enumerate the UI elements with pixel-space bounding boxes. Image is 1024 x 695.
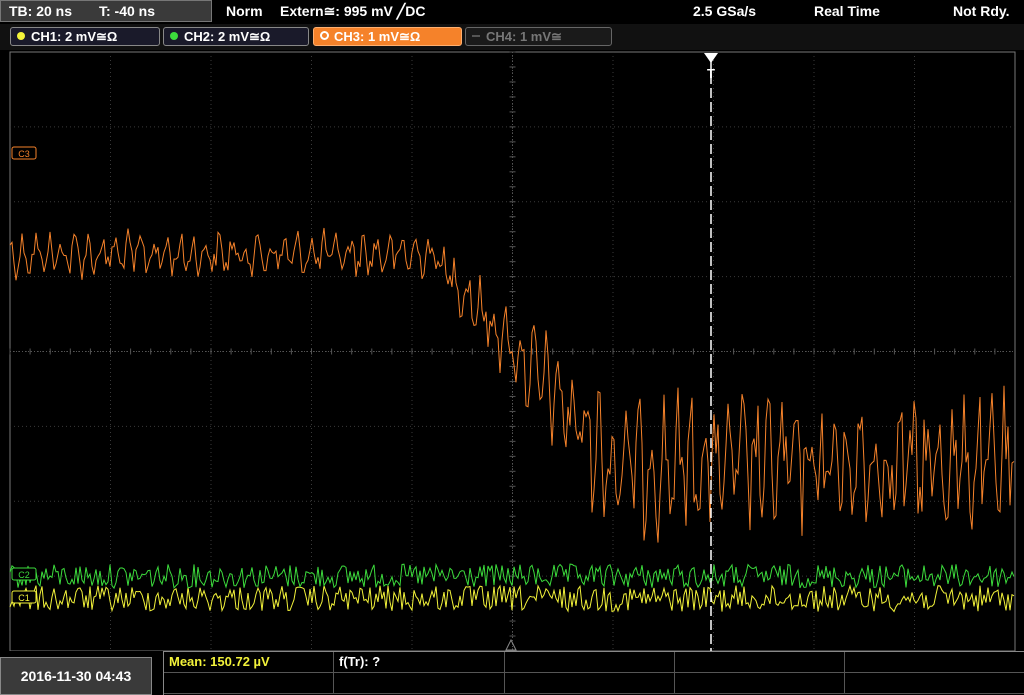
ch2-level-label: C2 [18, 570, 30, 580]
top-status-bar: TB: 20 ns T: -40 ns Norm Extern≅: 995 mV… [0, 0, 1024, 24]
scope-display[interactable]: T C3 C2 C1 [0, 50, 1024, 651]
channel-1-dot-icon [17, 32, 25, 40]
channel-1-label: CH1: 2 mV≅Ω [31, 29, 118, 44]
acquisition-mode[interactable]: Real Time [814, 0, 880, 22]
channel-1-button[interactable]: CH1: 2 mV≅Ω [10, 27, 160, 46]
timebase-box[interactable]: TB: 20 ns T: -40 ns [0, 0, 212, 22]
trigger-offset-label: T: -40 ns [99, 3, 156, 19]
measurement-slot-10[interactable] [845, 673, 1024, 694]
trigger-source[interactable]: Extern≅: 995 mV ╱DC [280, 0, 425, 22]
measurement-slot-5[interactable] [845, 652, 1024, 673]
mean-measurement[interactable]: Mean: 150.72 µV [164, 652, 334, 673]
channel-4-button[interactable]: CH4: 1 mV≅ [465, 27, 612, 46]
date-time: 2016-11-30 04:43 [0, 657, 152, 695]
measurement-panel: Mean: 150.72 µV f(Tr): ? [163, 651, 1024, 695]
measurement-slot-4[interactable] [675, 652, 845, 673]
measurement-slot-3[interactable] [505, 652, 675, 673]
rise-frequency-measurement[interactable]: f(Tr): ? [334, 652, 505, 673]
channel-3-dot-icon [320, 31, 329, 40]
channel-3-label: CH3: 1 mV≅Ω [334, 29, 421, 44]
ch1-level-label: C1 [18, 593, 30, 603]
timebase-label: TB: 20 ns [9, 3, 73, 19]
trigger-mode[interactable]: Norm [226, 0, 263, 22]
measurement-slot-6[interactable] [164, 673, 334, 694]
measurement-slot-9[interactable] [675, 673, 845, 694]
channel-3-button[interactable]: CH3: 1 mV≅Ω [313, 27, 462, 46]
channel-2-label: CH2: 2 mV≅Ω [184, 29, 271, 44]
ch3-level-label: C3 [18, 149, 30, 159]
sample-rate[interactable]: 2.5 GSa/s [693, 0, 756, 22]
measurement-slot-7[interactable] [334, 673, 505, 694]
trigger-state: Not Rdy. [953, 3, 1010, 19]
channel-bar: CH1: 2 mV≅Ω CH2: 2 mV≅Ω CH3: 1 mV≅Ω CH4:… [0, 24, 1024, 50]
channel-2-dot-icon [170, 32, 178, 40]
measurement-slot-8[interactable] [505, 673, 675, 694]
trigger-marker-label: T [707, 66, 715, 81]
channel-4-dash-icon [472, 35, 480, 37]
channel-4-label: CH4: 1 mV≅ [486, 29, 562, 44]
channel-2-button[interactable]: CH2: 2 mV≅Ω [163, 27, 309, 46]
